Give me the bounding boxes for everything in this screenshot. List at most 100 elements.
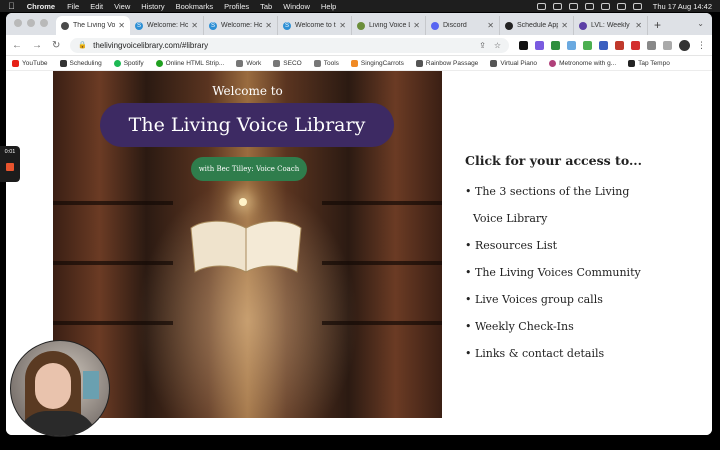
- bookmark-virtual-piano[interactable]: Virtual Piano: [490, 59, 538, 67]
- close-tab-icon[interactable]: ✕: [339, 21, 346, 30]
- bookmark-youtube[interactable]: YouTube: [12, 59, 48, 67]
- extension-icon[interactable]: [567, 40, 576, 50]
- bookmark-tap-tempo[interactable]: Tap Tempo: [628, 59, 670, 67]
- wifi-icon[interactable]: [616, 2, 626, 10]
- tab-living-voice-lib[interactable]: Living Voice Lib ✕: [352, 16, 426, 35]
- close-tab-icon[interactable]: ✕: [635, 21, 642, 30]
- bookmark-rainbow-passage[interactable]: Rainbow Passage: [415, 59, 478, 67]
- tab-favicon-icon: S: [209, 21, 217, 30]
- menu-dots-icon[interactable]: ⋮: [697, 40, 706, 51]
- url-text[interactable]: thelivingvoicelibrary.com/#library: [93, 41, 208, 50]
- close-tab-icon[interactable]: ✕: [191, 21, 198, 30]
- sidepanel-icon[interactable]: [663, 40, 672, 50]
- zoom-window-button[interactable]: [40, 19, 48, 27]
- battery-icon[interactable]: [600, 2, 610, 10]
- youtube-icon: [12, 59, 19, 67]
- menu-history[interactable]: History: [141, 2, 164, 11]
- bookmark-folder-work[interactable]: Work: [236, 59, 261, 67]
- bookmark-singingcarrots[interactable]: SingingCarrots: [350, 59, 404, 67]
- extension-icon[interactable]: [519, 40, 528, 50]
- close-tab-icon[interactable]: ✕: [265, 21, 272, 30]
- forward-arrow-icon[interactable]: →: [32, 40, 42, 51]
- lock-icon[interactable]: 🔒: [78, 41, 87, 49]
- extension-icon[interactable]: [615, 40, 624, 50]
- list-item[interactable]: • Live Voices group calls: [465, 286, 705, 313]
- apple-icon[interactable]: : [8, 1, 15, 11]
- spotify-icon: [113, 59, 121, 67]
- bookmark-folder-seco[interactable]: SECO: [273, 59, 302, 67]
- folder-icon: [313, 59, 321, 67]
- profile-avatar[interactable]: [679, 39, 690, 51]
- status-icon[interactable]: [552, 2, 562, 10]
- reload-icon[interactable]: ↻: [52, 40, 60, 51]
- tab-favicon-icon: S: [135, 21, 143, 30]
- shelf-decoration: [322, 261, 442, 265]
- tab-search-chevron-icon[interactable]: ⌄: [697, 19, 704, 28]
- menu-tab[interactable]: Tab: [260, 2, 272, 11]
- tab-living-voice[interactable]: The Living Voic ✕: [56, 16, 130, 35]
- macos-menubar:  Chrome File Edit View History Bookmark…: [0, 0, 720, 12]
- new-tab-button[interactable]: +: [648, 18, 667, 35]
- tab-lvl-weekly[interactable]: LVL: Weekly Ch ✕: [574, 16, 648, 35]
- close-window-button[interactable]: [14, 19, 22, 27]
- bookmark-label: Spotify: [123, 59, 144, 67]
- bookmark-metronome[interactable]: Metronome with g...: [549, 59, 617, 67]
- list-item[interactable]: Voice Library: [465, 205, 705, 232]
- menubar-app-name[interactable]: Chrome: [27, 2, 55, 11]
- close-tab-icon[interactable]: ✕: [118, 21, 125, 30]
- tab-welcome-2[interactable]: S Welcome: How ✕: [204, 16, 278, 35]
- close-tab-icon[interactable]: ✕: [413, 21, 420, 30]
- list-item[interactable]: • The 3 sections of the Living: [465, 178, 705, 205]
- extension-icon[interactable]: [535, 40, 544, 50]
- status-icon[interactable]: [536, 2, 546, 10]
- bookmark-label: Metronome with g...: [559, 59, 617, 67]
- tab-welcome-1[interactable]: S Welcome: How ✕: [130, 16, 204, 35]
- close-tab-icon[interactable]: ✕: [487, 21, 494, 30]
- address-bar[interactable]: 🔒 thelivingvoicelibrary.com/#library ⇪ ☆: [70, 37, 509, 53]
- status-icon[interactable]: [568, 2, 578, 10]
- tab-discord[interactable]: Discord ✕: [426, 16, 500, 35]
- tab-title: Welcome to the: [295, 22, 336, 29]
- share-icon[interactable]: ⇪: [479, 41, 486, 50]
- bookmark-scheduling[interactable]: Scheduling: [59, 59, 102, 67]
- puzzle-icon[interactable]: [647, 40, 656, 50]
- minimize-window-button[interactable]: [27, 19, 35, 27]
- tab-welcome-3[interactable]: S Welcome to the ✕: [278, 16, 352, 35]
- bookmark-star-icon[interactable]: ☆: [494, 41, 501, 50]
- search-icon[interactable]: [632, 2, 642, 10]
- bluetooth-icon[interactable]: [584, 2, 594, 10]
- bookmark-label: YouTube: [22, 59, 48, 67]
- back-arrow-icon[interactable]: ←: [12, 40, 22, 51]
- menu-edit[interactable]: Edit: [90, 2, 103, 11]
- extension-icon[interactable]: [599, 40, 608, 50]
- extension-icon[interactable]: [631, 40, 640, 50]
- bookmark-label: Scheduling: [69, 59, 102, 67]
- tab-title: Welcome: How: [147, 22, 188, 29]
- close-tab-icon[interactable]: ✕: [561, 21, 568, 30]
- list-item[interactable]: • Links & contact details: [465, 340, 705, 367]
- bookmark-folder-tools[interactable]: Tools: [313, 59, 339, 67]
- menu-help[interactable]: Help: [321, 2, 336, 11]
- extension-icon[interactable]: [583, 40, 592, 50]
- bookmark-spotify[interactable]: Spotify: [113, 59, 144, 67]
- menubar-datetime[interactable]: Thu 17 Aug 14:42: [653, 2, 712, 11]
- bookmark-icon: [628, 59, 636, 67]
- menu-profiles[interactable]: Profiles: [224, 2, 249, 11]
- menu-view[interactable]: View: [114, 2, 130, 11]
- list-item[interactable]: • Weekly Check-Ins: [465, 313, 705, 340]
- webcam-overlay[interactable]: [10, 340, 110, 437]
- bookmark-html-strip[interactable]: Online HTML Strip...: [155, 59, 224, 67]
- shelf-decoration: [53, 201, 173, 205]
- menu-window[interactable]: Window: [283, 2, 310, 11]
- hero-image-library[interactable]: Welcome to The Living Voice Library with…: [53, 71, 442, 418]
- bookmark-label: Virtual Piano: [500, 59, 538, 67]
- bookmark-label: Tap Tempo: [638, 59, 670, 67]
- list-item[interactable]: • Resources List: [465, 232, 705, 259]
- extension-icon[interactable]: [551, 40, 560, 50]
- stop-recording-button[interactable]: [6, 163, 14, 171]
- tab-schedule[interactable]: Schedule Appo ✕: [500, 16, 574, 35]
- menu-bookmarks[interactable]: Bookmarks: [176, 2, 214, 11]
- tab-favicon-icon: [357, 21, 365, 30]
- list-item[interactable]: • The Living Voices Community: [465, 259, 705, 286]
- menu-file[interactable]: File: [67, 2, 79, 11]
